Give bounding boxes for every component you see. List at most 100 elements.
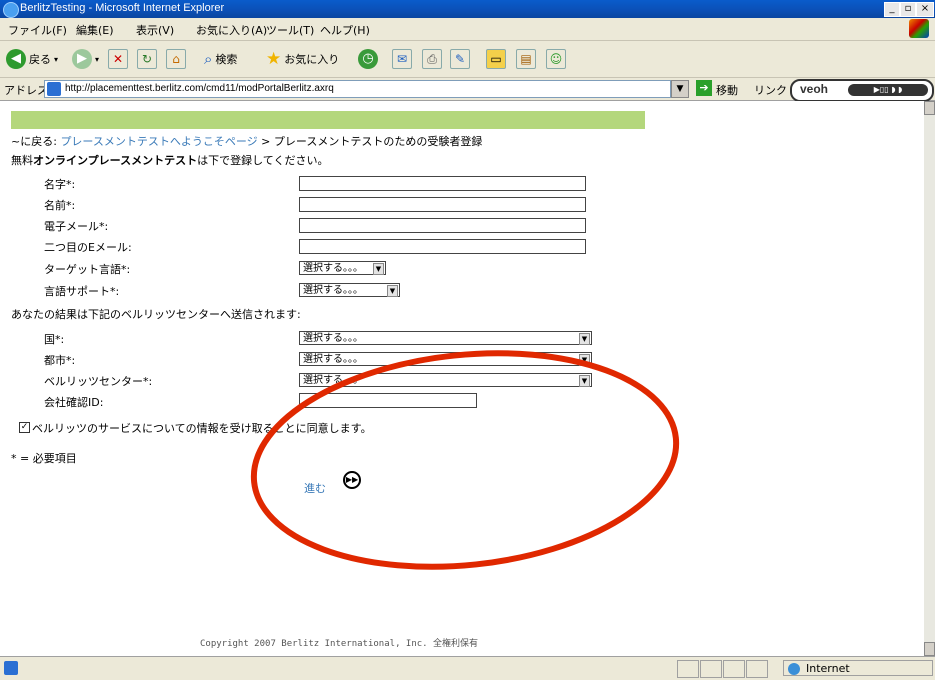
research-icon: ▤ <box>516 49 536 69</box>
mail-icon: ✉ <box>392 49 412 69</box>
scroll-up-icon[interactable] <box>924 101 935 115</box>
stop-button[interactable]: ✕ <box>108 49 128 69</box>
close-button[interactable]: × <box>916 2 934 17</box>
address-dropdown-button[interactable]: ▼ <box>671 80 689 98</box>
status-cell <box>746 660 768 678</box>
city-label: 都市*: <box>44 354 76 367</box>
status-bar: Internet <box>0 656 935 680</box>
go-arrow-icon[interactable]: ➔ <box>696 80 712 96</box>
favorites-button[interactable]: ★ お気に入り <box>266 49 339 69</box>
search-button[interactable]: ⌕ 検索 <box>204 49 237 69</box>
chevron-down-icon: ▾ <box>54 54 59 64</box>
last-name-label: 名字*: <box>44 178 76 191</box>
menu-view[interactable]: 表示(V) <box>136 22 174 38</box>
favorites-label: お気に入り <box>284 53 340 66</box>
status-cell <box>700 660 722 678</box>
maximize-button[interactable]: ▫ <box>900 2 916 17</box>
windows-logo-icon <box>909 19 929 38</box>
history-button[interactable]: ◷ <box>358 49 378 69</box>
search-icon: ⌕ <box>204 50 213 68</box>
breadcrumb: ~に戻る: プレースメントテストへようこそページ > プレースメントテストのため… <box>11 133 482 149</box>
intro-pre: 無料 <box>11 154 33 167</box>
intro-post: は下で登録してください。 <box>197 154 329 167</box>
vertical-scrollbar[interactable] <box>924 101 935 656</box>
print-icon: ⎙ <box>422 49 442 69</box>
mail-button[interactable]: ✉ <box>392 49 412 69</box>
first-name-input[interactable] <box>299 197 586 212</box>
edit-icon: ✎ <box>450 49 470 69</box>
status-cell <box>723 660 745 678</box>
minimize-button[interactable]: _ <box>884 2 900 17</box>
country-value: 選択する。。。 <box>303 333 363 344</box>
globe-icon <box>788 663 800 675</box>
results-note: あなたの結果は下記のベルリッツセンターへ送信されます: <box>11 308 301 321</box>
address-bar: アドレス(D) http://placementtest.berlitz.com… <box>0 78 935 102</box>
breadcrumb-link[interactable]: プレースメントテストへようこそページ <box>60 135 257 148</box>
back-label: 戻る <box>29 53 51 66</box>
email2-label: 二つ目のEメール: <box>44 241 132 254</box>
go-button[interactable]: 移動 <box>716 82 738 98</box>
folder-button[interactable]: ▭ <box>486 49 506 69</box>
home-button[interactable]: ⌂ <box>166 49 186 69</box>
refresh-icon: ↻ <box>137 49 157 69</box>
research-button[interactable]: ▤ <box>516 49 536 69</box>
edit-button[interactable]: ✎ <box>450 49 470 69</box>
veoh-status-icon: ▶▯▯ ◗ ◗ <box>848 84 928 96</box>
stop-icon: ✕ <box>108 49 128 69</box>
intro-text: 無料オンラインプレースメントテストは下で登録してください。 <box>11 152 328 168</box>
address-input[interactable]: http://placementtest.berlitz.com/cmd11/m… <box>44 80 671 98</box>
page-content: ~に戻る: プレースメントテストへようこそページ > プレースメントテストのため… <box>0 101 924 656</box>
home-icon: ⌂ <box>166 49 186 69</box>
scroll-down-icon[interactable] <box>924 642 935 656</box>
history-icon: ◷ <box>358 49 378 69</box>
email-label: 電子メール*: <box>44 220 109 233</box>
search-label: 検索 <box>215 53 238 66</box>
messenger-button[interactable]: ☺ <box>546 49 566 69</box>
chevron-down-icon: ▼ <box>387 285 398 297</box>
folder-icon: ▭ <box>486 49 506 69</box>
ie-icon <box>3 2 19 18</box>
forward-arrow-icon: ▶ <box>72 49 92 69</box>
menu-tools[interactable]: ツール(T) <box>266 22 314 38</box>
status-cell <box>677 660 699 678</box>
page-status-icon <box>4 661 18 675</box>
window-title: BerlitzTesting - Microsoft Internet Expl… <box>20 2 225 14</box>
last-name-input[interactable] <box>299 176 586 191</box>
veoh-toolbar[interactable]: veoh ▶▯▯ ◗ ◗ <box>790 79 934 102</box>
security-zone: Internet <box>783 660 933 676</box>
veoh-logo: veoh <box>800 82 829 96</box>
email2-input[interactable] <box>299 239 586 254</box>
country-select[interactable]: 選択する。。。 ▼ <box>299 331 592 345</box>
breadcrumb-current: > プレースメントテストのための受験者登録 <box>261 135 483 148</box>
menu-edit[interactable]: 編集(E) <box>76 22 114 38</box>
target-lang-label: ターゲット言語*: <box>44 263 131 276</box>
breadcrumb-prefix: ~に戻る: <box>11 135 57 148</box>
consent-checkbox[interactable]: ✓ <box>19 422 30 433</box>
menu-help[interactable]: ヘルプ(H) <box>320 22 370 38</box>
title-bar: BerlitzTesting - Microsoft Internet Expl… <box>0 0 935 18</box>
target-lang-select[interactable]: 選択する。。。 ▼ <box>299 261 386 275</box>
print-button[interactable]: ⎙ <box>422 49 442 69</box>
refresh-button[interactable]: ↻ <box>137 49 157 69</box>
country-label: 国*: <box>44 333 65 346</box>
menu-file[interactable]: ファイル(F) <box>8 22 67 38</box>
menu-bar: ファイル(F) 編集(E) 表示(V) お気に入り(A) ツール(T) ヘルプ(… <box>0 18 935 41</box>
star-icon: ★ <box>266 49 282 69</box>
lang-support-value: 選択する。。。 <box>303 285 363 296</box>
menu-favorites[interactable]: お気に入り(A) <box>196 22 267 38</box>
forward-button[interactable]: ▶ ▾ <box>72 49 99 69</box>
company-id-label: 会社確認ID: <box>44 396 104 409</box>
messenger-icon: ☺ <box>546 49 566 69</box>
required-note: * = 必要項目 <box>11 452 77 465</box>
links-button[interactable]: リンク <box>754 82 787 98</box>
address-url: http://placementtest.berlitz.com/cmd11/m… <box>65 83 334 94</box>
lang-support-label: 言語サポート*: <box>44 285 120 298</box>
chevron-down-icon: ▼ <box>579 333 590 345</box>
center-label: ベルリッツセンター*: <box>44 375 153 388</box>
lang-support-select[interactable]: 選択する。。。 ▼ <box>299 283 400 297</box>
back-button[interactable]: ◀ 戻る ▾ <box>6 49 58 69</box>
email-input[interactable] <box>299 218 586 233</box>
copyright: Copyright 2007 Berlitz International, In… <box>200 639 478 649</box>
chevron-down-icon: ▾ <box>95 54 100 64</box>
target-lang-value: 選択する。。。 <box>303 263 363 274</box>
